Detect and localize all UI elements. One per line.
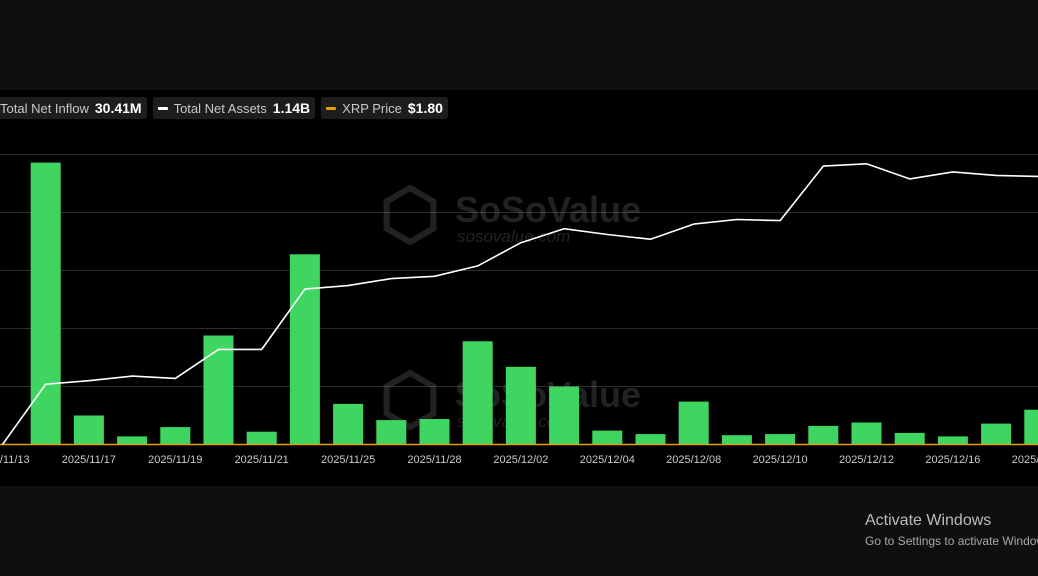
- activation-title: Activate Windows: [865, 512, 992, 529]
- inflow-bar[interactable]: [721, 435, 752, 445]
- x-tick-label: 2025/11/25: [321, 454, 375, 466]
- sosovalue-logo-icon: [383, 369, 437, 431]
- windows-activation-notice: Activate Windows Go to Settings to activ…: [865, 512, 1038, 548]
- line-swatch-icon: [326, 106, 337, 110]
- legend: Total Net Inflow 30.41M Total Net Assets…: [0, 97, 448, 119]
- legend-value: 30.41M: [94, 100, 142, 116]
- inflow-bar[interactable]: [289, 254, 320, 445]
- inflow-bar[interactable]: [505, 366, 536, 445]
- inflow-bar[interactable]: [549, 386, 580, 445]
- x-tick-label: 2025/12/02: [493, 454, 548, 466]
- x-tick-label: 2025/12/12: [839, 454, 894, 466]
- x-tick-label: 2025/12/04: [580, 454, 635, 466]
- x-tick-label: 2025/12/10: [753, 454, 808, 466]
- activation-subtitle: Go to Settings to activate Windows.: [865, 534, 1038, 548]
- x-tick-label: 2025/11/17: [62, 454, 116, 466]
- inflow-bar[interactable]: [808, 425, 839, 445]
- inflow-bar[interactable]: [765, 434, 796, 445]
- inflow-bar[interactable]: [376, 420, 407, 445]
- legend-value: 1.14B: [272, 100, 311, 116]
- x-tick-label: 2025/11/19: [148, 454, 202, 466]
- legend-value: $1.80: [407, 100, 443, 116]
- legend-label: XRP Price: [342, 100, 402, 116]
- inflow-bar[interactable]: [635, 434, 666, 445]
- line-swatch-icon: [157, 106, 168, 110]
- x-tick-label: 2025/11/28: [407, 454, 461, 466]
- legend-item-xrp-price[interactable]: XRP Price $1.80: [321, 97, 448, 119]
- inflow-bar[interactable]: [592, 430, 623, 445]
- x-axis-ticks: 2025/11/13 2025/11/17 2025/11/19 2025/11/21…: [0, 454, 1038, 466]
- inflow-bar[interactable]: [1024, 409, 1038, 445]
- inflow-bar[interactable]: [462, 341, 493, 445]
- x-tick-label: 2025/12/08: [666, 454, 721, 466]
- inflow-bar[interactable]: [981, 423, 1012, 445]
- inflow-bar[interactable]: [851, 422, 882, 445]
- x-tick-label: 2025/11/21: [235, 454, 289, 466]
- inflow-bar[interactable]: [117, 436, 148, 445]
- sosovalue-logo-icon: [383, 184, 437, 246]
- x-tick-label: 2025/11/13: [0, 454, 30, 466]
- inflow-bar[interactable]: [246, 431, 277, 445]
- watermark-brand: SoSoValue: [455, 189, 641, 230]
- inflow-bar[interactable]: [30, 162, 61, 445]
- inflow-bar[interactable]: [333, 403, 364, 445]
- legend-item-net-inflow[interactable]: Total Net Inflow 30.41M: [0, 97, 147, 119]
- inflow-bar[interactable]: [678, 401, 709, 445]
- x-tick-label: 2025/12/18: [1012, 454, 1038, 466]
- watermark: SoSoValuesosovalue.com: [383, 184, 641, 246]
- chart-canvas: SoSoValuesosovalue.comSoSoValuesosovalue…: [0, 154, 1038, 466]
- x-tick-label: 2025/12/16: [925, 454, 980, 466]
- watermark-url: sosovalue.com: [457, 227, 570, 246]
- legend-label: Total Net Inflow: [0, 100, 89, 116]
- legend-item-net-assets[interactable]: Total Net Assets 1.14B: [152, 97, 316, 119]
- legend-label: Total Net Assets: [173, 100, 267, 116]
- inflow-bar[interactable]: [894, 432, 925, 445]
- inflow-bar[interactable]: [203, 335, 234, 445]
- inflow-bar[interactable]: [937, 436, 968, 445]
- inflow-bar[interactable]: [73, 415, 104, 445]
- inflow-bar[interactable]: [160, 427, 191, 445]
- inflow-bar[interactable]: [419, 419, 450, 445]
